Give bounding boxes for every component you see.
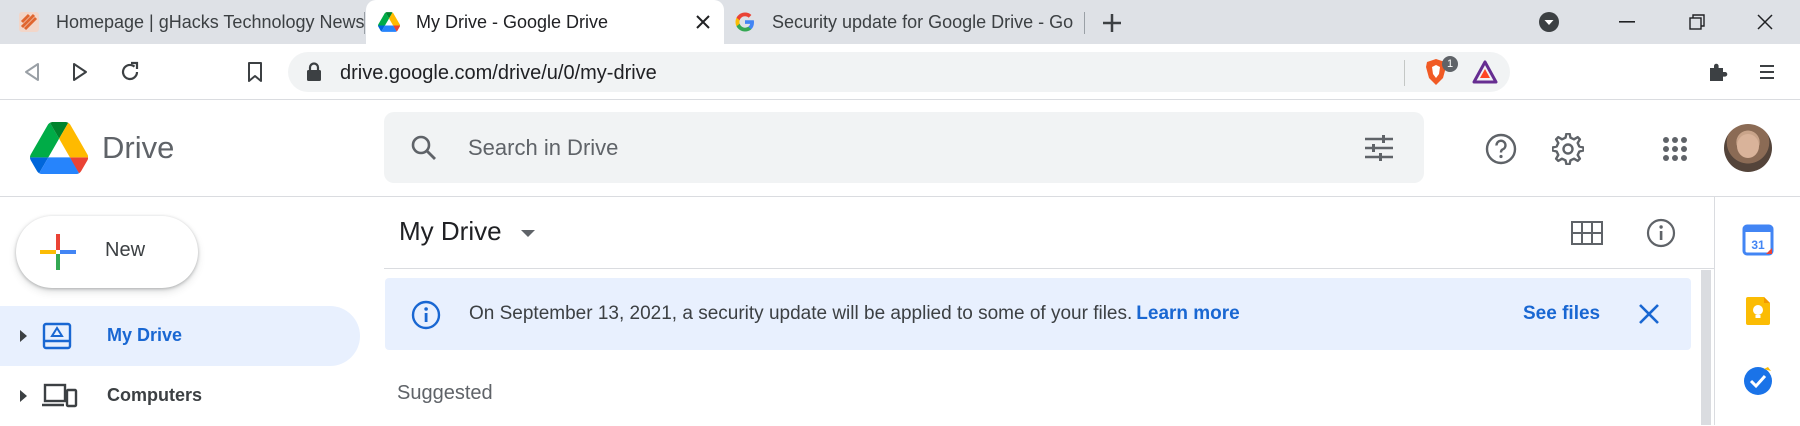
side-panel: 31 [1714,197,1800,425]
restore-icon[interactable] [1682,8,1712,36]
search-icon[interactable] [410,134,438,167]
expand-caret-icon[interactable] [18,329,28,348]
account-avatar[interactable] [1724,124,1772,172]
ghacks-favicon-icon [18,11,40,33]
tasks-icon[interactable] [1742,365,1774,397]
title-dropdown-icon[interactable] [520,226,536,244]
grid-view-icon[interactable] [1570,216,1604,250]
apps-grid-icon[interactable] [1658,132,1692,166]
sidebar-item-my-drive[interactable]: My Drive [0,306,360,366]
keep-icon[interactable] [1742,295,1774,327]
drive-header: Drive [0,100,1800,197]
brave-rewards-icon[interactable] [1472,60,1498,89]
my-drive-icon [42,322,72,355]
security-update-banner: On September 13, 2021, a security update… [385,278,1691,350]
product-name[interactable]: Drive [102,130,174,166]
expand-caret-icon[interactable] [18,389,28,408]
tab-google-drive[interactable]: My Drive - Google Drive [366,0,724,44]
lock-icon [306,62,322,87]
new-tab-button[interactable] [1098,9,1126,37]
sidebar-item-computers[interactable]: Computers [0,366,360,426]
back-icon[interactable] [18,58,46,86]
search-box[interactable] [384,112,1424,183]
dismiss-banner-icon[interactable] [1635,300,1663,328]
reload-icon[interactable] [116,58,144,86]
page-title[interactable]: My Drive [399,216,502,247]
sidebar-item-label: Computers [107,385,203,405]
shields-count-badge: 1 [1442,56,1458,72]
tab-title: Security update for Google Drive - Go [772,11,1074,32]
new-button[interactable]: New [16,216,198,288]
tab-title: My Drive - Google Drive [416,11,609,32]
close-window-icon[interactable] [1750,8,1780,36]
see-files-button[interactable]: See files [1523,303,1600,325]
main-divider [384,268,1714,269]
tab-security-update[interactable]: Security update for Google Drive - Go [734,0,1084,44]
browser-toolbar: drive.google.com/drive/u/0/my-drive 1 [0,44,1800,100]
tab-search-icon[interactable] [1534,8,1564,36]
google-favicon-icon [734,11,756,33]
sidebar-item-label: My Drive [107,325,183,345]
learn-more-link[interactable]: Learn more [1136,303,1239,324]
section-heading: Suggested [397,382,493,404]
drive-logo-icon[interactable] [30,122,89,179]
forward-icon[interactable] [66,58,94,86]
browser-tab-strip: Homepage | gHacks Technology News My Dri… [0,0,1800,44]
tab-ghacks[interactable]: Homepage | gHacks Technology News [18,0,364,44]
tab-separator [1084,12,1085,34]
browser-menu-icon[interactable] [1753,58,1781,86]
extensions-icon[interactable] [1704,58,1732,86]
url-text: drive.google.com/drive/u/0/my-drive [340,62,657,84]
calendar-icon[interactable]: 31 [1742,224,1774,256]
plus-icon [40,234,76,275]
tab-separator [364,12,365,34]
calendar-day-label: 31 [1751,238,1765,252]
computers-icon [42,382,78,415]
banner-message: On September 13, 2021, a security update… [469,303,1240,325]
banner-text: On September 13, 2021, a security update… [469,303,1133,324]
bookmark-icon[interactable] [241,58,269,86]
close-tab-icon[interactable] [692,11,714,33]
new-button-label: New [105,239,146,261]
omnibox-divider [1404,60,1405,86]
tab-title: Homepage | gHacks Technology News [56,11,364,32]
help-icon[interactable] [1484,132,1518,166]
minimize-icon[interactable] [1612,8,1642,36]
address-bar[interactable]: drive.google.com/drive/u/0/my-drive 1 [288,52,1510,92]
search-options-icon[interactable] [1364,134,1394,167]
scrollbar[interactable] [1701,270,1711,425]
info-icon [411,300,441,335]
search-input[interactable] [468,128,1308,168]
drive-favicon-icon [378,11,400,33]
settings-gear-icon[interactable] [1551,132,1585,166]
info-icon[interactable] [1644,216,1678,250]
